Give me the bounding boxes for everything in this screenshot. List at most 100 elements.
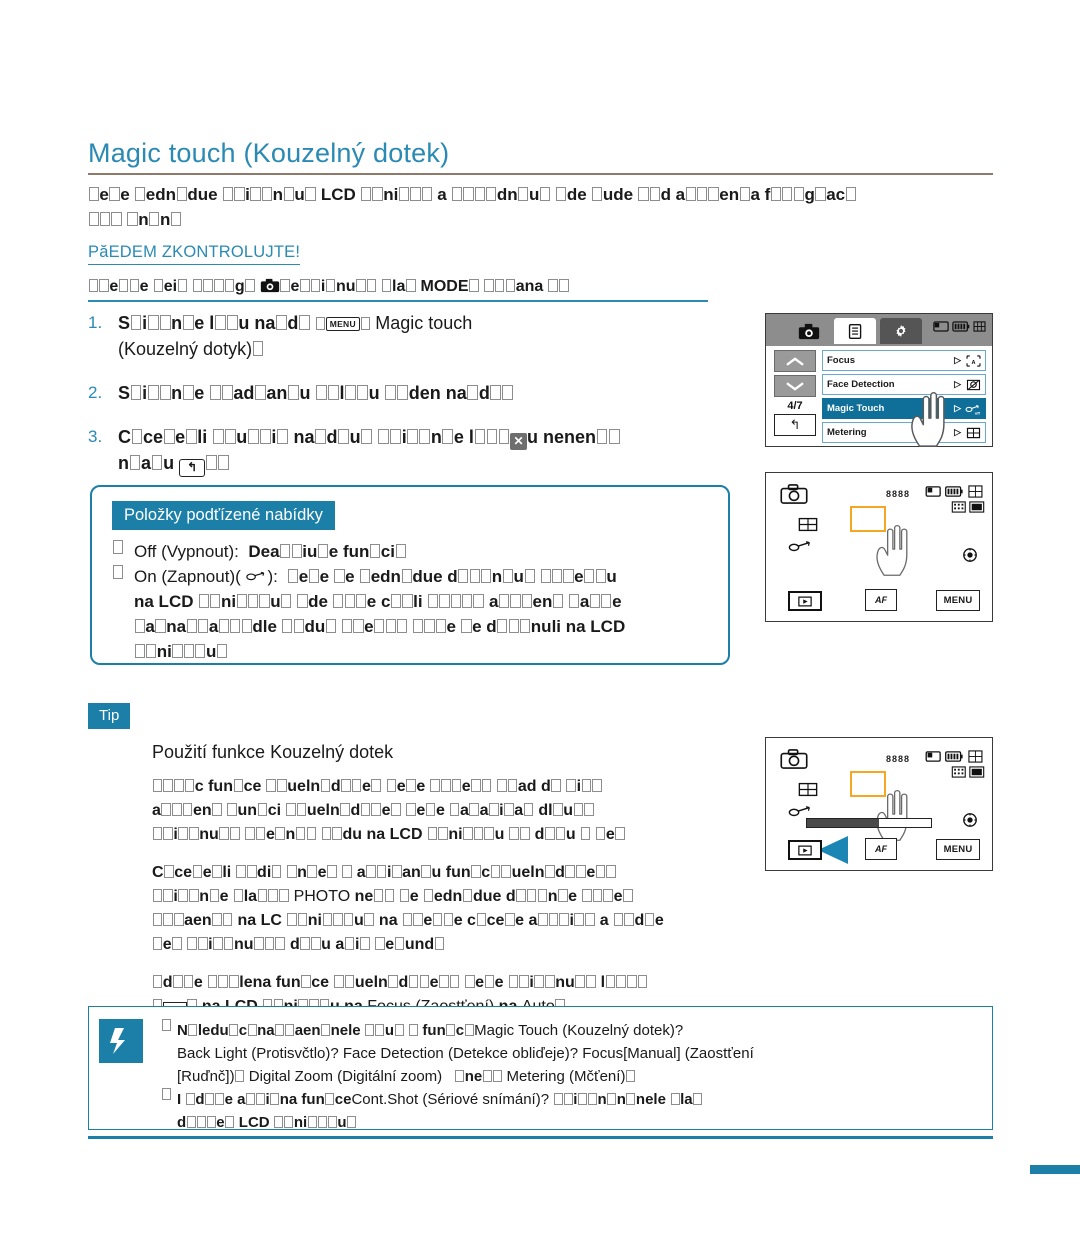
menu-button[interactable]: MENU	[936, 590, 980, 611]
af-button[interactable]: AF	[865, 838, 897, 860]
control-wheel-icon	[962, 547, 978, 563]
camera-live-view-screen-1: 8888 AF MENU	[765, 472, 993, 622]
submenu-item-on-value: ee e edn due dnu eu	[283, 567, 617, 586]
submenu-item-on-line3: a na a dle du e e e d nuli na LCD	[110, 614, 720, 639]
magic-touch-icon	[788, 804, 814, 819]
progress-bar	[806, 818, 932, 828]
step-3-text: Cce e li ui na d u ine l	[118, 427, 510, 447]
menu-key-icon: MENU	[325, 317, 360, 331]
metering-icon	[798, 782, 818, 797]
tip-heading: Použití funkce Kouzelný dotek	[152, 742, 394, 762]
bullet-glyph-box	[112, 540, 123, 554]
note-row-1-line-2: Back Light (Protisvčtlo)? Face Detection…	[177, 1045, 754, 1062]
svg-text:off: off	[975, 410, 981, 415]
bullet-glyph-box	[112, 565, 123, 579]
lcd-nav-column: 4/7 ↰	[774, 350, 816, 436]
lcd-status-icons	[933, 321, 986, 332]
note-func-name: Magic Touch (Kouzelný dotek)?	[474, 1022, 684, 1039]
submenu-item-off: Off (Vypnout): Dea iu e fun ci	[110, 539, 720, 564]
step-1: 1. Sine lu na d MENU Magic touch (Kouzeln…	[88, 310, 748, 362]
menu-row-focus[interactable]: Focus ▷ A	[822, 350, 986, 371]
camera-menu-screen: 4/7 ↰ Focus ▷ A Face Detection ▷ Magic T…	[765, 313, 993, 447]
check-first-line: ee ei g e i nu la MODE ana	[88, 278, 708, 296]
page-title: Magic touch (Kouzelný dotek)	[88, 138, 450, 168]
metering-icon	[798, 517, 818, 532]
step-1-tail: Magic touch	[375, 313, 473, 333]
close-x-icon: ✕	[510, 433, 528, 450]
tip-paragraph-1: c fun ce ueln d e ee e ad d i a en un ci ueln…	[152, 775, 788, 847]
intro-line-2: nn	[88, 207, 1080, 232]
bullet-glyph-box	[161, 1019, 171, 1032]
submenu-items-box: Položky podťízené nabídky Off (Vypnout):…	[90, 485, 730, 665]
tab-settings-gear[interactable]	[880, 318, 922, 344]
nav-down-button[interactable]	[774, 375, 816, 397]
metering-icon	[965, 426, 981, 440]
check-first-block: PăEDEM ZKONTROLUJTE! ee ei g e i nu la MOD…	[88, 243, 708, 302]
submenu-body: Off (Vypnout): Dea iu e fun ci On (Zapnout)…	[110, 539, 720, 664]
tip-block: Tip Použití funkce Kouzelný dotek c fun c…	[88, 703, 788, 1033]
lcd-status-icons-row2	[951, 501, 985, 513]
af-button[interactable]: AF	[865, 589, 897, 611]
blue-triangle-pointer	[818, 836, 848, 864]
step-1-line-2: (Kouzelný dotyk)	[118, 336, 748, 362]
camera-live-view-screen-2: 8888 AF MENU	[765, 737, 993, 871]
submenu-item-on-line4: ni u	[110, 639, 720, 664]
magic-touch-icon	[245, 570, 268, 584]
shot-counter: 8888	[886, 489, 911, 499]
heading-rule	[88, 173, 993, 175]
photo-camera-icon	[780, 749, 808, 769]
chevron-right-icon: ▷	[954, 427, 961, 437]
tip-paragraph-2: Cce e li di ne a i an u fun c ueln d e ine la PHO…	[152, 864, 664, 953]
step-2-number: 2.	[88, 383, 103, 402]
note-row-1-line-3: [Ruďnč]) Digital Zoom (Digitální zoom) n…	[161, 1065, 981, 1088]
note-row-2-line-2: de LCD ni u	[161, 1111, 981, 1134]
step-1-number: 1.	[88, 313, 103, 332]
intro-paragraph: ee edn due inu LCD ni a dn u de ude d a en a…	[88, 182, 1080, 232]
submenu-item-on: On (Zapnout)( ): ee e edn due dnu eu	[110, 564, 720, 589]
bullet-glyph-box	[161, 1088, 171, 1101]
nav-up-button[interactable]	[774, 350, 816, 372]
progress-bar-fill	[807, 819, 879, 827]
page-indicator: 4/7	[787, 400, 803, 412]
submenu-item-off-value: Dea iu e fun ci	[244, 542, 407, 561]
step-2: 2. Sine ad an u lu den na d	[88, 380, 748, 406]
samsung-note-icon	[99, 1019, 143, 1063]
control-wheel-icon	[962, 812, 978, 828]
note-bottom-rule	[88, 1136, 993, 1139]
camera-icon	[260, 278, 280, 293]
submenu-item-on-label-tail: ):	[267, 567, 278, 586]
check-first-title: PăEDEM ZKONTROLUJTE!	[88, 243, 301, 265]
tab-camera-mode[interactable]	[788, 318, 830, 344]
lcd-status-icons-row1	[925, 485, 985, 498]
manual-page: Magic touch (Kouzelný dotek) ee edn due i…	[0, 0, 1080, 1235]
menu-row-face-detection-label: Face Detection	[827, 379, 895, 390]
note-box: Nledu c na aen nele u fun c Magic Touch (Kouze…	[88, 1006, 993, 1131]
step-1-text: Sine lu na d	[118, 313, 310, 333]
face-off-icon	[965, 378, 981, 392]
chevron-right-icon: ▷	[954, 355, 961, 365]
menu-row-focus-label: Focus	[827, 355, 855, 366]
play-button[interactable]	[788, 591, 822, 611]
note-row-2: I de a i na fun ceCont.Shot (Sériové snímán…	[161, 1088, 981, 1111]
magic-touch-icon	[788, 539, 814, 554]
submenu-item-on-line2: na LCD ni u de e c li a en ae	[134, 592, 622, 611]
menu-button[interactable]: MENU	[936, 839, 980, 860]
note-row-1: Nledu c na aen nele u fun c Magic Touch (Kouze…	[161, 1019, 981, 1042]
lcd-status-icons-row2	[951, 766, 985, 778]
check-first-rule	[88, 300, 708, 302]
battery-icon	[952, 321, 970, 332]
play-button[interactable]	[788, 840, 822, 860]
hand-pointer-icon	[904, 390, 952, 448]
grid-icon	[973, 321, 986, 332]
note-body: Nledu c na aen nele u fun c Magic Touch (Kouze…	[161, 1019, 981, 1134]
submenu-tag: Položky podťízené nabídky	[112, 501, 335, 530]
nav-back-button[interactable]: ↰	[774, 414, 816, 436]
steps-list: 1. Sine lu na d MENU Magic touch (Kouzeln…	[88, 310, 748, 495]
tab-menu-list[interactable]	[834, 318, 876, 344]
page-corner-marker	[1030, 1165, 1080, 1174]
hand-pointer-icon	[870, 523, 914, 577]
tip-tag: Tip	[88, 703, 131, 729]
intro-line-1: ee edn due inu LCD ni a dn u de ude d a en a…	[88, 185, 857, 204]
step-3-text-tail: u nenen	[527, 427, 620, 447]
step-3: 3. Cce e li ui na d u ine l ✕ u nenen nau ↰	[88, 424, 748, 477]
